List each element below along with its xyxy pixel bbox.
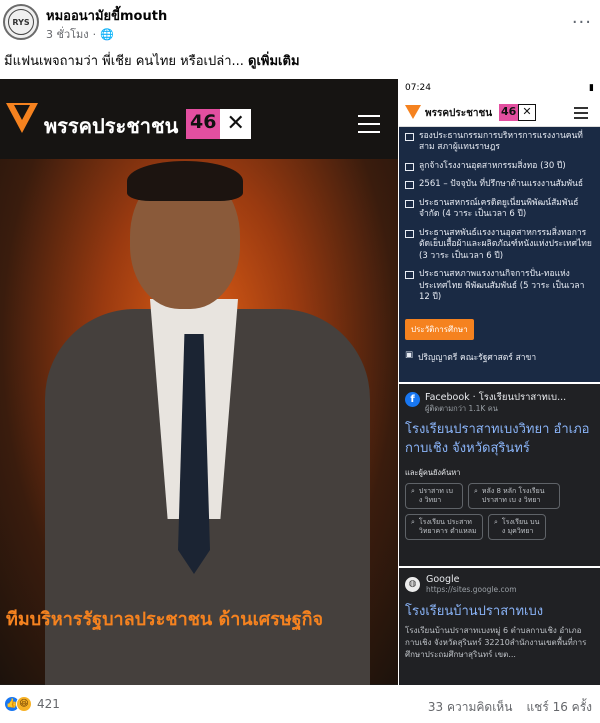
post-image-left[interactable]: พรรคประชาชน 46 ✕ ทีมบริหารรัฐบาลประชาชน … xyxy=(0,79,398,685)
post-image-right-mid[interactable]: f Facebook · โรงเรียนปราสาทเบ... ผู้ติดต… xyxy=(399,384,600,566)
search-result-snippet: โรงเรียนบ้านปราสาทเบงหมู่ 6 ตำบลกาบเชิง … xyxy=(405,626,587,660)
search-result-title[interactable]: โรงเรียนปราสาทเบงวิทยา อำเภอกาบเชิง จังห… xyxy=(399,417,600,459)
search-result-title[interactable]: โรงเรียนบ้านปราสาทเบง xyxy=(399,596,600,625)
source-url: https://sites.google.com xyxy=(426,585,517,595)
post-time[interactable]: 3 ชั่วโมง xyxy=(46,25,89,43)
search-icon: ⌕ xyxy=(474,487,478,496)
cv-item: ประธานสหภาพแรงงานกิจการปั่น-ทอแห่งประเทศ… xyxy=(405,269,594,303)
page-name[interactable]: หมออนามัยขี้mouth xyxy=(46,5,167,26)
briefcase-icon xyxy=(405,229,414,238)
shares-count-link[interactable]: แชร์ 16 ครั้ง xyxy=(526,698,592,717)
globe-icon: ◍ xyxy=(405,576,420,592)
education-button[interactable]: ประวัติการศึกษา xyxy=(405,318,474,340)
battery-icon: ▮ xyxy=(589,83,594,93)
briefcase-icon xyxy=(405,133,414,141)
page-avatar[interactable]: RYS xyxy=(3,4,39,40)
related-search-chips: ⌕ ปราสาท เบ ง วิทยา ⌕ หลัง 8 หลัก โรงเรียน… xyxy=(399,483,600,541)
related-search-chip[interactable]: ⌕ โรงเรียน ประสาท วิทยาคาร ตำแหลม xyxy=(405,514,483,541)
post-image-right-top[interactable]: 07:24 ▮ พรรคประชาชน 46 ✕ รองประธานกรรมกา… xyxy=(399,79,600,382)
menu-icon xyxy=(358,115,380,139)
globe-icon: 🌐 xyxy=(100,27,114,41)
post-stats: 33 ความคิดเห็น แชร์ 16 ครั้ง xyxy=(428,698,592,717)
briefcase-icon xyxy=(405,271,414,280)
menu-icon xyxy=(574,107,588,122)
briefcase-icon xyxy=(405,199,414,208)
party-logo-icon xyxy=(405,105,421,119)
cv-item: 2561 – ปัจจุบัน ที่ปรึกษาด้านแรงงานสัมพั… xyxy=(405,179,594,190)
post-footer: 👍 😆 421 33 ความคิดเห็น แชร์ 16 ครั้ง xyxy=(0,690,600,723)
cv-item: รองประธานกรรมการบริหารการแรงงานคนที่สาม … xyxy=(405,131,594,154)
cv-item: ลูกจ้างโรงงานอุตสาหกรรมสิ่งทอ (30 ปี) xyxy=(405,161,594,172)
source-name: Facebook · โรงเรียนปราสาทเบ... xyxy=(425,392,567,403)
comments-count-link[interactable]: 33 ความคิดเห็น xyxy=(428,698,513,717)
image-caption: ทีมบริหารรัฐบาลประชาชน ด้านเศรษฐกิจ xyxy=(6,609,324,630)
mini-party-header: พรรคประชาชน 46 ✕ xyxy=(399,99,600,127)
mini-party-name: พรรคประชาชน xyxy=(425,108,493,119)
party-banner: พรรคประชาชน 46 ✕ xyxy=(0,79,398,159)
search-icon: ⌕ xyxy=(494,518,498,527)
search-icon: ⌕ xyxy=(411,487,415,496)
party-name: พรรคประชาชน xyxy=(44,114,179,138)
see-more-link[interactable]: ดูเพิ่มเติม xyxy=(248,54,299,69)
cv-list: รองประธานกรรมการบริหารการแรงงานคนที่สาม … xyxy=(399,127,600,315)
briefcase-icon xyxy=(405,162,414,171)
education-line: ▣ ปริญญาตรี คณะรัฐศาสตร์ สาขา xyxy=(405,349,537,363)
post-header: RYS หมออนามัยขี้mouth 3 ชั่วโมง · 🌐 ··· xyxy=(0,0,600,44)
briefcase-icon xyxy=(405,181,414,190)
reaction-count: 421 xyxy=(37,697,60,711)
caption-text: มีแฟนเพจถามว่า พี่เชีย คนไทย หรือเปล่า..… xyxy=(4,54,244,69)
search-result-source: ◍ Google https://sites.google.com xyxy=(399,568,600,596)
party-number-badge: 46 ✕ xyxy=(186,109,251,139)
party-number: 46 xyxy=(186,109,221,139)
related-search-chip[interactable]: ⌕ หลัง 8 หลัก โรงเรียน ปราสาท เบ ง วิทยา xyxy=(468,483,560,510)
reactions-summary[interactable]: 👍 😆 421 xyxy=(4,696,60,712)
mini-party-number-badge: 46 ✕ xyxy=(499,104,536,121)
source-name: Google xyxy=(426,574,460,585)
search-icon: ⌕ xyxy=(411,518,415,527)
cv-item: ประธานสหพันธ์แรงงานอุตสาหกรรมสิ่งทอการตั… xyxy=(405,228,594,262)
facebook-icon: f xyxy=(405,392,420,407)
haha-reaction-icon: 😆 xyxy=(16,696,32,712)
post-caption: มีแฟนเพจถามว่า พี่เชีย คนไทย หรือเปล่า..… xyxy=(4,50,300,71)
graduation-icon: ▣ xyxy=(405,349,414,360)
source-followers: ผู้ติดตามกว่า 1.1K คน xyxy=(425,404,498,414)
post-meta: 3 ชั่วโมง · 🌐 xyxy=(46,25,114,43)
more-options-button[interactable]: ··· xyxy=(572,12,592,33)
status-time: 07:24 xyxy=(405,83,431,93)
vote-mark-icon: ✕ xyxy=(220,109,251,139)
avatar-logo: RYS xyxy=(8,9,34,35)
post-image-right-bottom[interactable]: ◍ Google https://sites.google.com โรงเรี… xyxy=(399,568,600,685)
cv-item: ประธานสหกรณ์เครดิตยูเนี่ยนพิพัฒน์สัมพันธ… xyxy=(405,198,594,221)
people-also-search-label: และผู้คนยังค้นหา xyxy=(405,468,461,478)
search-result-source: f Facebook · โรงเรียนปราสาทเบ... ผู้ติดต… xyxy=(399,384,600,417)
phone-status-bar: 07:24 ▮ xyxy=(399,79,600,99)
related-search-chip[interactable]: ⌕ ปราสาท เบ ง วิทยา xyxy=(405,483,463,510)
related-search-chip[interactable]: ⌕ โรงเรียน บน ง มุควิทยา xyxy=(488,514,546,541)
